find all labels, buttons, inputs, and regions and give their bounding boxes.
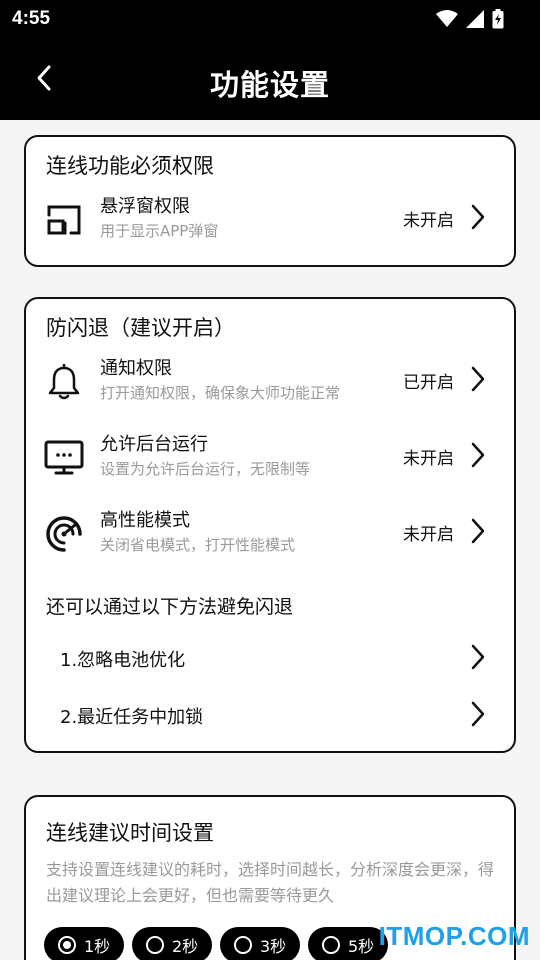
card-desc: 支持设置连线建议的耗时，选择时间越长，分析深度会更深，得出建议理论上会更好，但也… xyxy=(46,860,495,905)
card-required-permissions: 连线功能必须权限 悬浮窗权限 用于显示APP弹窗 未开启 xyxy=(24,135,516,267)
row-label: 通知权限 xyxy=(100,358,172,379)
chevron-right-icon xyxy=(471,518,485,544)
row-desc: 用于显示APP弹窗 xyxy=(100,222,219,240)
time-options: 1秒 2秒 3秒 5秒 xyxy=(44,927,388,960)
time-option-2s[interactable]: 2秒 xyxy=(132,927,212,960)
card-title: 连线功能必须权限 xyxy=(46,154,214,178)
row-label: 允许后台运行 xyxy=(100,434,208,455)
radio-unselected xyxy=(234,936,252,954)
row-label: 悬浮窗权限 xyxy=(100,196,190,217)
time-option-1s[interactable]: 1秒 xyxy=(44,927,124,960)
status-text: 已开启 xyxy=(403,373,454,393)
tips-title: 还可以通过以下方法避免闪退 xyxy=(46,596,294,618)
option-label: 5秒 xyxy=(348,937,375,956)
radio-unselected xyxy=(146,936,164,954)
status-icons xyxy=(436,9,504,29)
chevron-right-icon xyxy=(471,644,485,670)
status-text: 未开启 xyxy=(403,211,454,231)
chevron-right-icon xyxy=(471,204,485,230)
tip-ignore-battery-optimization[interactable]: 1.忽略电池优化 xyxy=(26,638,514,678)
card-title: 连线建议时间设置 xyxy=(46,821,214,845)
wifi-icon xyxy=(436,10,458,27)
chevron-right-icon xyxy=(471,366,485,392)
row-label: 高性能模式 xyxy=(100,510,190,531)
option-label: 3秒 xyxy=(260,937,287,956)
monitor-icon xyxy=(44,440,84,475)
status-text: 未开启 xyxy=(403,449,454,469)
time-option-3s[interactable]: 3秒 xyxy=(220,927,300,960)
row-notification-permission[interactable]: 通知权限 打开通知权限，确保象大师功能正常 已开启 xyxy=(26,354,514,414)
row-desc: 打开通知权限，确保象大师功能正常 xyxy=(100,384,341,402)
row-desc: 设置为允许后台运行，无限制等 xyxy=(100,460,311,478)
status-text: 未开启 xyxy=(403,525,454,545)
option-label: 1秒 xyxy=(84,937,111,956)
floating-window-icon xyxy=(47,205,81,235)
bell-icon xyxy=(48,363,80,400)
speedometer-icon xyxy=(46,516,82,552)
signal-icon xyxy=(466,10,484,28)
row-background-run[interactable]: 允许后台运行 设置为允许后台运行，无限制等 未开启 xyxy=(26,430,514,490)
time-option-5s[interactable]: 5秒 xyxy=(308,927,388,960)
row-floating-window-permission[interactable]: 悬浮窗权限 用于显示APP弹窗 未开启 xyxy=(26,192,514,252)
radio-unselected xyxy=(322,936,340,954)
page-title: 功能设置 xyxy=(209,68,330,102)
status-time: 4:55 xyxy=(12,8,51,29)
tip-lock-recent-task[interactable]: 2.最近任务中加锁 xyxy=(26,695,514,735)
tip-label: 2.最近任务中加锁 xyxy=(60,707,204,728)
watermark: ITMOP.COM xyxy=(378,921,530,951)
card-title: 防闪退（建议开启） xyxy=(46,316,235,340)
row-high-performance[interactable]: 高性能模式 关闭省电模式，打开性能模式 未开启 xyxy=(26,506,514,566)
app-bar: 功能设置 xyxy=(0,38,540,120)
chevron-right-icon xyxy=(471,701,485,727)
card-anti-crash: 防闪退（建议开启） 通知权限 打开通知权限，确保象大师功能正常 已开启 允许后台… xyxy=(24,297,516,753)
tip-label: 1.忽略电池优化 xyxy=(60,650,186,671)
status-bar: 4:55 xyxy=(0,0,540,38)
battery-icon xyxy=(492,9,504,29)
row-desc: 关闭省电模式，打开性能模式 xyxy=(100,536,296,554)
chevron-right-icon xyxy=(471,442,485,468)
option-label: 2秒 xyxy=(172,937,199,956)
radio-selected xyxy=(58,936,76,954)
